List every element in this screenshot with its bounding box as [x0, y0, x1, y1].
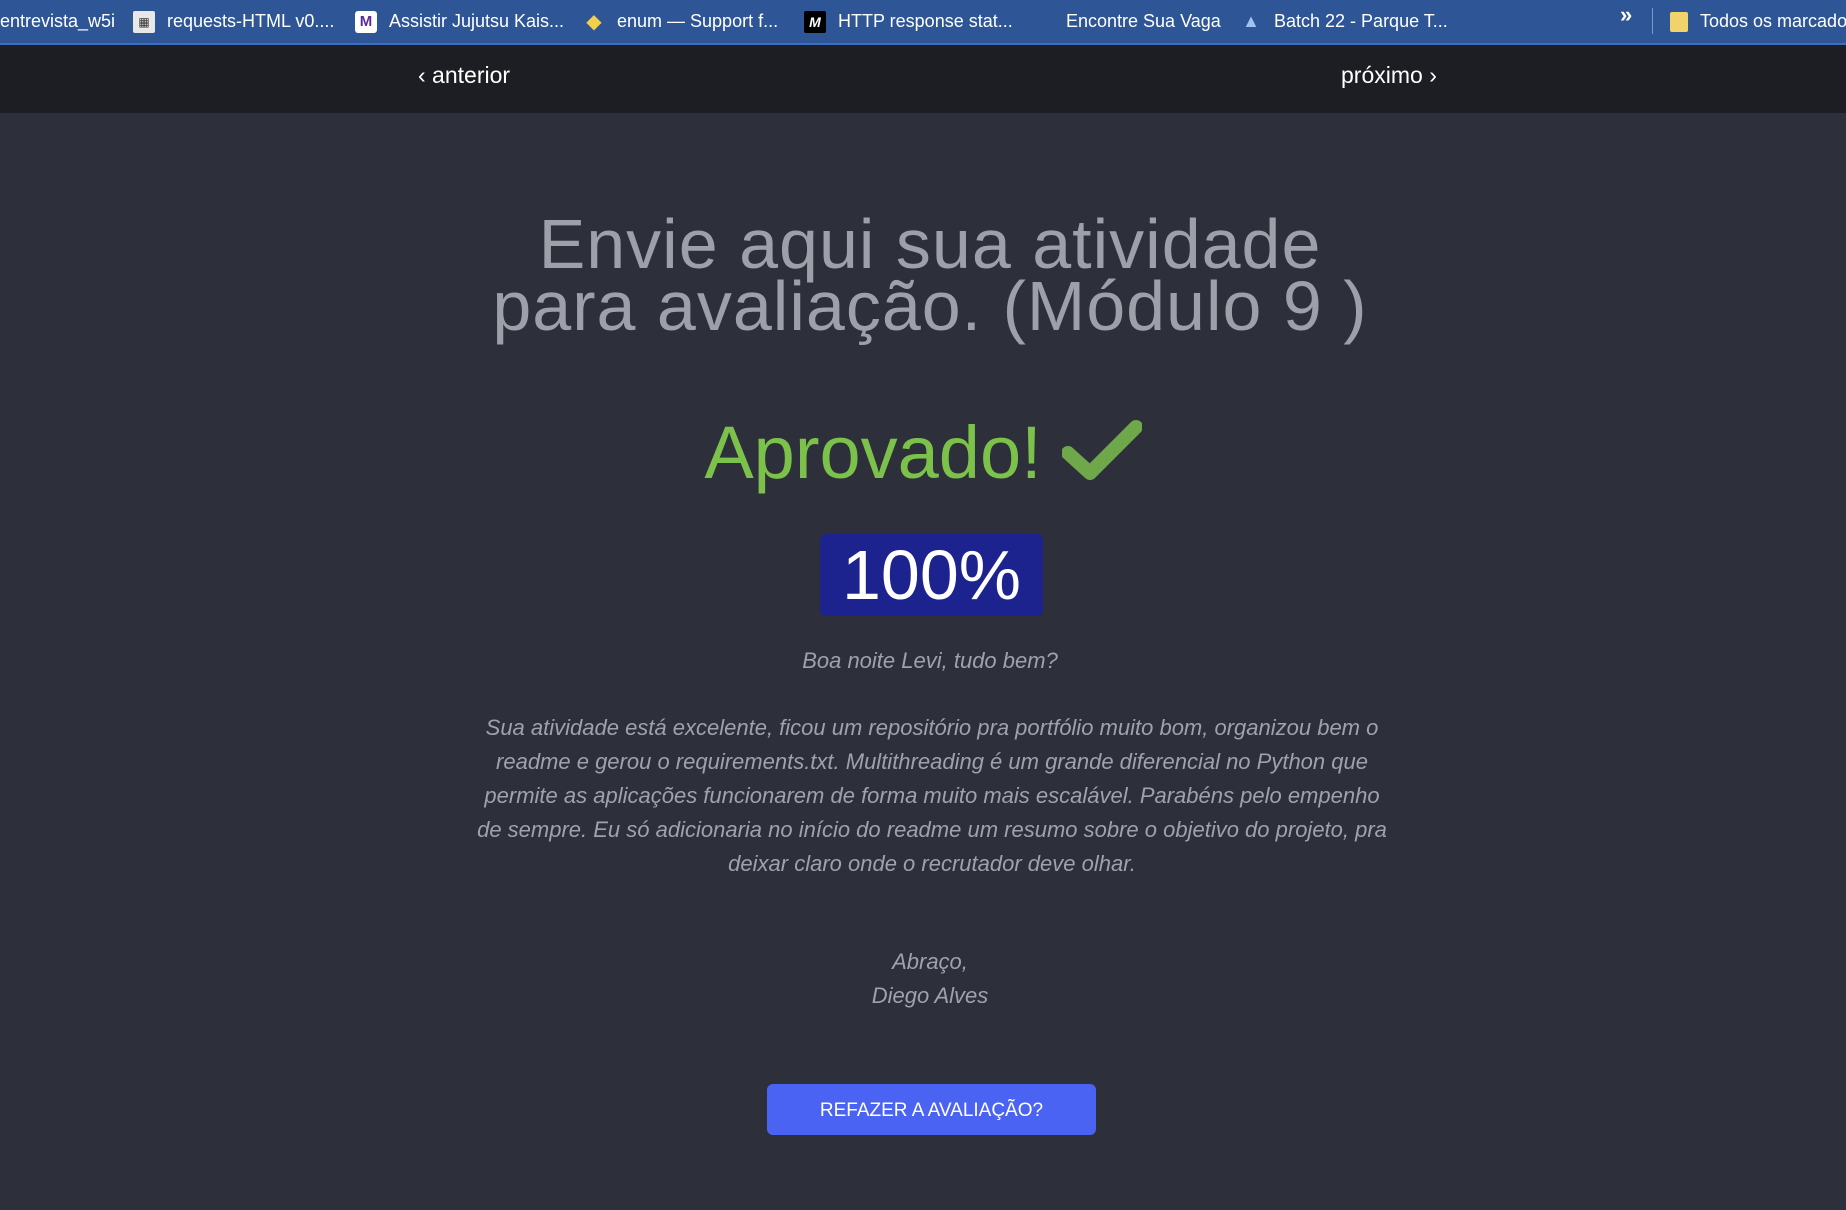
bookmark-encontre-vaga[interactable]: Encontre Sua Vaga — [1066, 0, 1221, 43]
bookmark-entrevista[interactable]: entrevista_w5i — [0, 0, 115, 43]
bookmark-label: entrevista_w5i — [0, 11, 116, 31]
bookmarks-divider — [1652, 8, 1653, 34]
bookmark-enum[interactable]: ◆ enum — Support f... — [583, 0, 778, 43]
next-link[interactable]: próximo › — [1341, 45, 1437, 105]
previous-link[interactable]: ‹ anterior — [418, 45, 510, 105]
bookmark-http-status[interactable]: M HTTP response stat... — [804, 0, 1013, 43]
main-content: Envie aqui sua atividade para avaliação.… — [0, 113, 1846, 1210]
python-icon: ◆ — [586, 11, 602, 33]
bookmark-label: Batch 22 - Parque T... — [1274, 11, 1448, 31]
bookmark-label: Todos os marcadores — [1700, 11, 1846, 31]
all-bookmarks-folder[interactable]: Todos os marcadores — [1670, 0, 1846, 43]
page-title: Envie aqui sua atividade para avaliação.… — [492, 205, 1368, 345]
feedback-greeting: Boa noite Levi, tudo bem? — [802, 648, 1058, 673]
folder-icon — [1670, 11, 1688, 32]
bookmarks-bar: entrevista_w5i ▦ requests-HTML v0.... M … — [0, 0, 1846, 45]
lesson-navbar: ‹ anterior próximo › — [0, 45, 1846, 113]
checkmark-icon — [1060, 418, 1143, 498]
bookmark-label: Assistir Jujutsu Kais... — [389, 11, 565, 31]
bookmark-label: requests-HTML v0.... — [167, 11, 335, 31]
approval-text: Aprovado! — [704, 411, 1042, 494]
mdn-icon: M — [804, 10, 826, 33]
m-logo-icon: M — [355, 10, 377, 33]
approval-status: Aprovado! — [600, 413, 1246, 498]
score-badge: 100% — [820, 534, 1043, 616]
feedback-signoff: Abraço, Diego Alves — [480, 945, 1380, 1013]
bookmark-label: enum — Support f... — [617, 11, 779, 31]
signoff-author: Diego Alves — [871, 983, 989, 1008]
document-icon: ▦ — [133, 10, 155, 33]
redo-evaluation-button[interactable]: REFAZER A AVALIAÇÃO? — [767, 1084, 1096, 1135]
bookmark-jujutsu[interactable]: M Assistir Jujutsu Kais... — [355, 0, 564, 43]
signoff-closing: Abraço, — [892, 949, 968, 974]
bookmark-requests-html[interactable]: ▦ requests-HTML v0.... — [133, 0, 334, 43]
graduation-icon: ▲ — [1242, 11, 1260, 31]
bookmark-label: Encontre Sua Vaga — [1066, 11, 1221, 31]
bookmark-label: HTTP response stat... — [838, 11, 1013, 31]
bookmarks-overflow-button[interactable]: » — [1620, 0, 1632, 30]
feedback-body: Sua atividade está excelente, ficou um r… — [477, 715, 1387, 876]
bookmark-batch22[interactable]: ▲ Batch 22 - Parque T... — [1240, 0, 1448, 43]
